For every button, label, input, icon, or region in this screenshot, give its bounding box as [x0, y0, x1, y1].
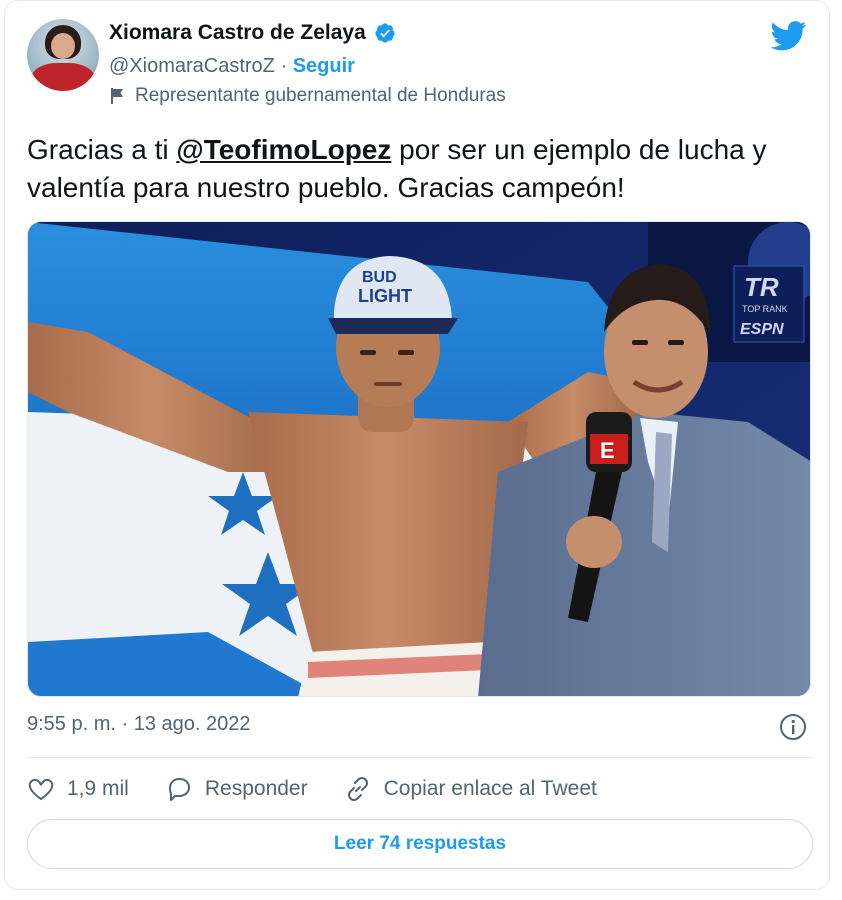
copy-link-label: Copiar enlace al Tweet	[383, 777, 597, 800]
like-button[interactable]: 1,9 mil	[27, 775, 129, 803]
heart-icon	[28, 778, 54, 801]
cap-text-1: BUD	[362, 269, 397, 286]
mention-link[interactable]: @TeofimoLopez	[176, 134, 391, 165]
copy-link-button[interactable]: Copiar enlace al Tweet	[344, 775, 597, 803]
separator: ·	[280, 55, 288, 77]
read-replies-button[interactable]: Leer 74 respuestas	[27, 819, 813, 869]
reply-label: Responder	[204, 777, 308, 800]
tweet-text: Gracias a ti @TeofimoLopez por ser un ej…	[27, 131, 817, 207]
photo-boxer-and-reporter: BUD LIGHT E TR TOP RANK ESPN	[28, 222, 810, 696]
author-handle-row: @XiomaraCastroZ · Seguir	[109, 55, 355, 78]
author-name-row: Xiomara Castro de Zelaya	[109, 21, 396, 45]
reply-icon	[168, 778, 190, 801]
author-handle[interactable]: @XiomaraCastroZ	[109, 55, 275, 77]
government-label: Representante gubernamental de Honduras	[109, 85, 506, 107]
tweet-card: Xiomara Castro de Zelaya @XiomaraCastroZ…	[4, 0, 830, 890]
twitter-bird-icon[interactable]	[771, 21, 807, 51]
follow-button[interactable]: Seguir	[293, 55, 355, 77]
banner-logo-top: TR	[744, 272, 779, 302]
reply-button[interactable]: Responder	[165, 775, 308, 803]
action-bar: 1,9 mil Responder Copiar enlace al Tweet	[27, 775, 633, 803]
cap-text-2: LIGHT	[358, 286, 412, 306]
government-label-text: Representante gubernamental de Honduras	[135, 85, 506, 106]
verified-icon	[375, 23, 395, 43]
tweet-text-start: Gracias a ti	[27, 134, 177, 165]
government-flag-icon	[111, 88, 123, 104]
link-icon	[347, 777, 368, 801]
like-count: 1,9 mil	[67, 777, 129, 800]
author-name[interactable]: Xiomara Castro de Zelaya	[109, 21, 366, 45]
banner-logo-bottom: ESPN	[740, 321, 784, 338]
avatar[interactable]	[27, 19, 99, 91]
info-icon[interactable]	[779, 713, 807, 741]
banner-logo-mid: TOP RANK	[742, 304, 788, 314]
tweet-photo[interactable]: BUD LIGHT E TR TOP RANK ESPN	[27, 221, 811, 697]
tweet-timestamp[interactable]: 9:55 p. m. · 13 ago. 2022	[27, 713, 251, 736]
mic-letter: E	[600, 438, 615, 463]
divider	[27, 757, 813, 758]
